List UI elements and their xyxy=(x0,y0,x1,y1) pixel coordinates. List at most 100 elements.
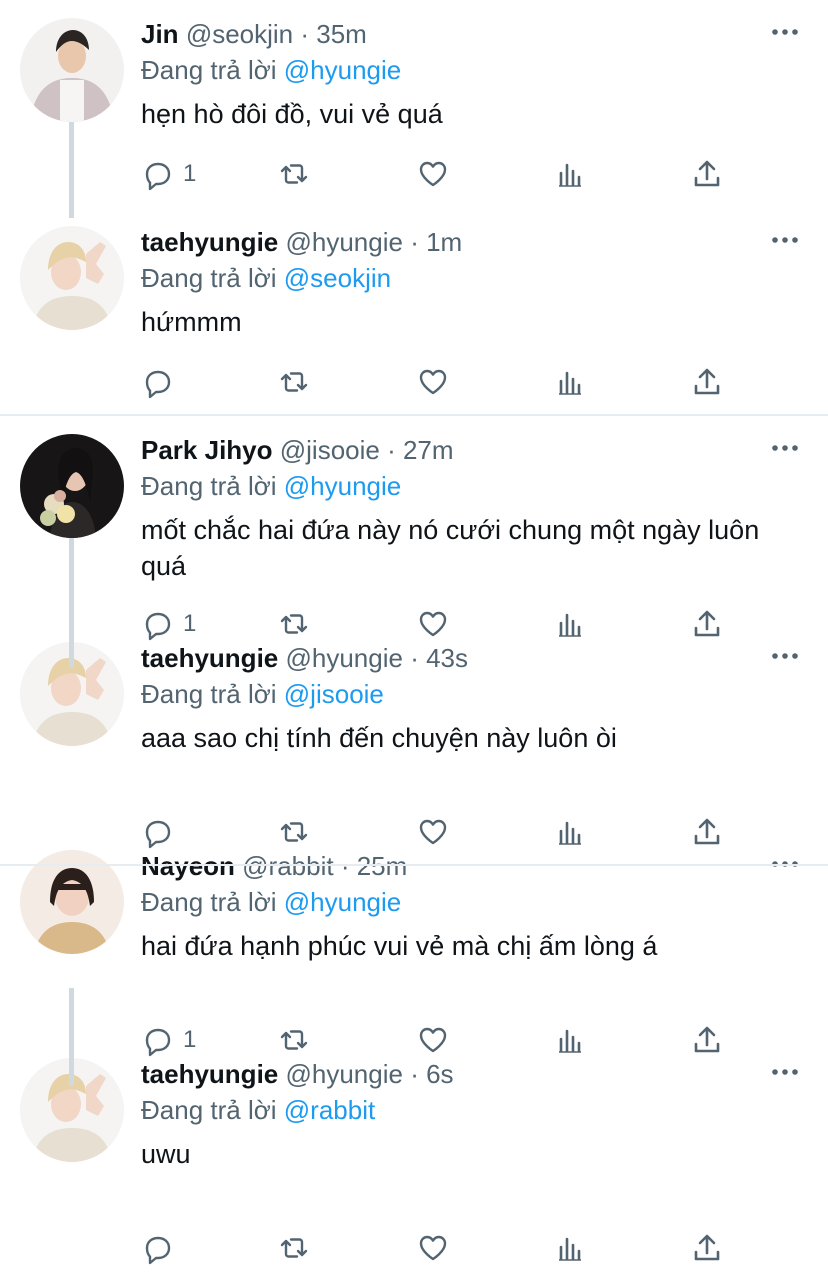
retweet-icon xyxy=(280,164,308,184)
tweet-text: aaa sao chị tính đến chuyện này luôn òi xyxy=(141,723,617,753)
more-icon[interactable] xyxy=(770,438,800,458)
tweet-actions: 1 xyxy=(141,154,741,194)
replying-to-label: Đang trả lời xyxy=(141,1095,284,1125)
analytics-button[interactable] xyxy=(553,1228,587,1268)
tweet-actions xyxy=(141,362,741,402)
analytics-icon xyxy=(559,1237,581,1261)
tweet[interactable]: taehyungie @hyungie · 6s Đang trả lời @r… xyxy=(0,1040,828,1265)
reply-icon xyxy=(145,370,171,399)
timestamp[interactable]: 1m xyxy=(426,227,462,257)
separator: · xyxy=(333,851,357,881)
like-button[interactable] xyxy=(416,362,450,402)
handle[interactable]: @hyungie xyxy=(285,643,402,673)
analytics-button[interactable] xyxy=(553,362,587,402)
thread-line xyxy=(69,538,74,668)
heart-icon xyxy=(419,1235,447,1261)
timestamp[interactable]: 27m xyxy=(403,435,454,465)
tweet-actions xyxy=(141,1228,741,1268)
replying-to-label: Đang trả lời xyxy=(141,55,284,85)
tweet-header: taehyungie @hyungie · 43s xyxy=(141,640,468,676)
display-name[interactable]: taehyungie xyxy=(141,227,278,257)
tweet[interactable]: taehyungie @hyungie · 1m Đang trả lời @s… xyxy=(0,208,828,416)
reply-mention-link[interactable]: @hyungie xyxy=(284,887,401,917)
tweet-text: uwu xyxy=(141,1139,191,1169)
avatar[interactable] xyxy=(20,434,124,538)
retweet-icon xyxy=(280,372,308,392)
tweet-header: taehyungie @hyungie · 6s xyxy=(141,1056,454,1092)
replying-to-label: Đang trả lời xyxy=(141,887,284,917)
divider xyxy=(0,414,828,416)
more-icon[interactable] xyxy=(770,1062,800,1082)
reply-mention-link[interactable]: @hyungie xyxy=(284,55,401,85)
replying-to: Đang trả lời @jisooie xyxy=(141,676,384,712)
replying-to: Đang trả lời @rabbit xyxy=(141,1092,375,1128)
separator: · xyxy=(379,435,403,465)
handle[interactable]: @hyungie xyxy=(285,1059,402,1089)
separator: · xyxy=(402,227,427,257)
reply-mention-link[interactable]: @jisooie xyxy=(284,679,384,709)
retweet-button[interactable] xyxy=(277,154,311,194)
tweet-header: Park Jihyo @jisooie · 27m xyxy=(141,432,454,468)
avatar[interactable] xyxy=(20,226,124,330)
replying-to: Đang trả lời @seokjin xyxy=(141,260,391,296)
more-icon[interactable] xyxy=(770,22,800,42)
tweet-text: hứmmm xyxy=(141,307,242,337)
analytics-button[interactable] xyxy=(553,154,587,194)
separator: · xyxy=(402,643,427,673)
retweet-button[interactable] xyxy=(277,362,311,402)
replying-to-label: Đang trả lời xyxy=(141,263,284,293)
tweet[interactable]: Jin @seokjin · 35m Đang trả lời @hyungie… xyxy=(0,0,828,208)
share-button[interactable] xyxy=(690,1228,724,1268)
tweet[interactable]: taehyungie @hyungie · 43s Đang trả lời @… xyxy=(0,624,828,849)
display-name[interactable]: Jin xyxy=(141,19,179,49)
replying-to-label: Đang trả lời xyxy=(141,679,284,709)
separator: · xyxy=(402,1059,427,1089)
tweet-text: mốt chắc hai đứa này nó cưới chung một n… xyxy=(141,515,760,581)
timestamp[interactable]: 6s xyxy=(426,1059,453,1089)
avatar[interactable] xyxy=(20,18,124,122)
more-icon[interactable] xyxy=(770,646,800,666)
reply-icon xyxy=(145,1236,171,1265)
tweet[interactable]: Park Jihyo @jisooie · 27m Đang trả lời @… xyxy=(0,416,828,641)
more-icon[interactable] xyxy=(770,230,800,250)
divider xyxy=(0,864,828,866)
separator: · xyxy=(293,19,317,49)
thread-line xyxy=(69,988,74,1086)
replying-to: Đang trả lời @hyungie xyxy=(141,884,401,920)
tweet-text: hẹn hò đôi đồ, vui vẻ quá xyxy=(141,99,443,129)
reply-mention-link[interactable]: @hyungie xyxy=(284,471,401,501)
retweet-button[interactable] xyxy=(277,1228,311,1268)
share-icon xyxy=(694,368,720,395)
reply-button[interactable] xyxy=(141,1228,183,1268)
timestamp[interactable]: 35m xyxy=(316,19,367,49)
display-name[interactable]: Nayeon xyxy=(141,851,235,881)
handle[interactable]: @jisooie xyxy=(280,435,380,465)
tweet-header: taehyungie @hyungie · 1m xyxy=(141,224,462,260)
reply-count: 1 xyxy=(183,160,197,187)
reply-button[interactable] xyxy=(141,362,183,402)
timestamp[interactable]: 25m xyxy=(357,851,408,881)
tweet-header: Jin @seokjin · 35m xyxy=(141,16,367,52)
like-button[interactable] xyxy=(416,154,450,194)
heart-icon xyxy=(419,369,447,395)
thread-line xyxy=(69,122,74,218)
like-button[interactable] xyxy=(416,1228,450,1268)
display-name[interactable]: taehyungie xyxy=(141,643,278,673)
handle[interactable]: @rabbit xyxy=(242,851,333,881)
timestamp[interactable]: 43s xyxy=(426,643,468,673)
share-button[interactable] xyxy=(690,362,724,402)
share-button[interactable] xyxy=(690,154,724,194)
reply-mention-link[interactable]: @rabbit xyxy=(284,1095,375,1125)
display-name[interactable]: Park Jihyo xyxy=(141,435,273,465)
replying-to-label: Đang trả lời xyxy=(141,471,284,501)
handle[interactable]: @seokjin xyxy=(186,19,293,49)
display-name[interactable]: taehyungie xyxy=(141,1059,278,1089)
reply-mention-link[interactable]: @seokjin xyxy=(284,263,391,293)
tweet-header: Nayeon @rabbit · 25m xyxy=(141,848,407,884)
reply-icon xyxy=(145,162,171,191)
handle[interactable]: @hyungie xyxy=(285,227,402,257)
analytics-icon xyxy=(559,163,581,187)
retweet-icon xyxy=(280,1238,308,1258)
reply-button[interactable]: 1 xyxy=(141,154,196,194)
heart-icon xyxy=(419,161,447,187)
